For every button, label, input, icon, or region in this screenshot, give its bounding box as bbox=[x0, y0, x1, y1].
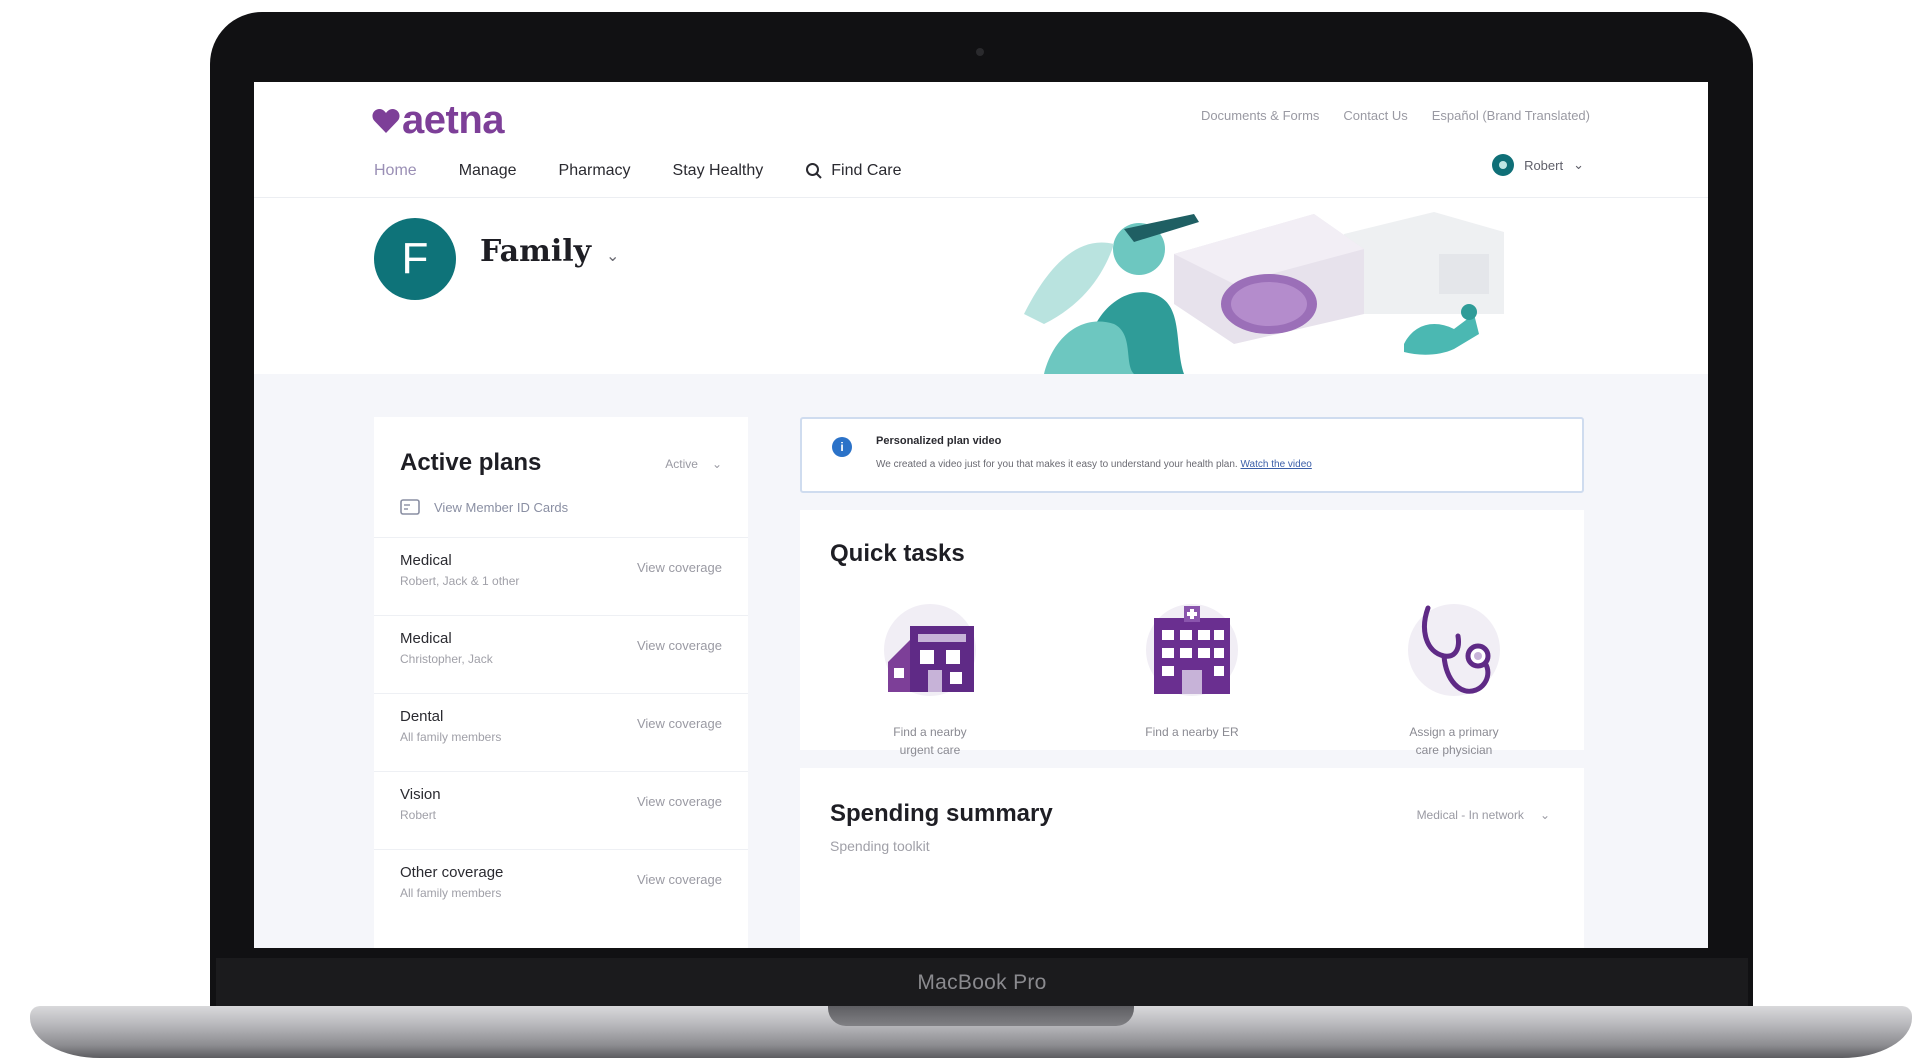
hospital-icon bbox=[1146, 604, 1238, 696]
task-label-line: Find a nearby bbox=[893, 725, 967, 739]
spending-filter-dropdown[interactable]: Medical - In network ⌄ bbox=[1417, 808, 1550, 822]
task-label: Assign a primary care physician bbox=[1354, 723, 1554, 759]
notice-text: We created a video just for you that mak… bbox=[876, 459, 1238, 470]
laptop-chin: MacBook Pro bbox=[216, 958, 1748, 1008]
laptop-notch bbox=[828, 1006, 1134, 1026]
plan-row-vision: Vision Robert View coverage bbox=[374, 771, 748, 849]
plan-members: All family members bbox=[400, 730, 502, 744]
plan-members: All family members bbox=[400, 886, 502, 900]
spending-filter-label: Medical - In network bbox=[1416, 808, 1524, 822]
plan-name: Other coverage bbox=[400, 864, 504, 881]
chevron-down-icon: ⌄ bbox=[1539, 808, 1550, 822]
plans-filter-dropdown[interactable]: Active ⌄ bbox=[665, 457, 722, 471]
view-coverage-link[interactable]: View coverage bbox=[637, 794, 722, 809]
plan-members: Robert bbox=[400, 808, 437, 822]
info-icon: i bbox=[832, 437, 852, 457]
urgent-care-icon bbox=[884, 604, 976, 696]
watch-video-link[interactable]: Watch the video bbox=[1240, 459, 1311, 470]
nav-find-care-label: Find Care bbox=[831, 162, 902, 179]
app-header: aetna Documents & Forms Contact Us Españ… bbox=[254, 82, 1708, 198]
documents-link[interactable]: Documents & Forms bbox=[1201, 108, 1319, 123]
plan-row-medical-2: Medical Christopher, Jack View coverage bbox=[374, 615, 748, 693]
quick-tasks-panel: Quick tasks Find a nearby urgent care Fi… bbox=[800, 510, 1584, 757]
id-cards-label: View Member ID Cards bbox=[434, 499, 569, 515]
hero-illustration bbox=[1024, 212, 1504, 374]
plan-row-medical-1: Medical Robert, Jack & 1 other View cove… bbox=[374, 537, 748, 615]
heart-icon bbox=[372, 108, 400, 133]
device-label: MacBook Pro bbox=[917, 971, 1047, 994]
spending-summary-title: Spending summary bbox=[830, 800, 1053, 827]
account-avatar bbox=[1492, 154, 1515, 176]
nav-find-care[interactable]: Find Care bbox=[805, 162, 902, 180]
task-urgent-care[interactable]: Find a nearby urgent care bbox=[830, 600, 1030, 759]
task-assign-pcp[interactable]: Assign a primary care physician bbox=[1354, 600, 1554, 759]
id-card-icon bbox=[400, 499, 420, 515]
member-name[interactable]: Family bbox=[480, 234, 591, 269]
plan-video-notice: i Personalized plan video We created a v… bbox=[800, 417, 1584, 493]
plan-row-dental: Dental All family members View coverage bbox=[374, 693, 748, 771]
active-plans-title: Active plans bbox=[400, 449, 542, 476]
language-link[interactable]: Español (Brand Translated) bbox=[1432, 108, 1590, 123]
task-nearby-er[interactable]: Find a nearby ER bbox=[1092, 600, 1292, 741]
plans-filter-label: Active bbox=[665, 457, 698, 471]
task-label-line: Find a nearby ER bbox=[1145, 725, 1239, 739]
screen: aetna Documents & Forms Contact Us Españ… bbox=[254, 82, 1708, 948]
task-label-line: Assign a primary bbox=[1409, 725, 1499, 739]
plan-row-other: Other coverage All family members View c… bbox=[374, 849, 748, 927]
notice-body: We created a video just for you that mak… bbox=[876, 459, 1312, 470]
main-nav: Home Manage Pharmacy Stay Healthy Find C… bbox=[374, 162, 902, 180]
nav-manage[interactable]: Manage bbox=[459, 162, 517, 180]
view-coverage-link[interactable]: View coverage bbox=[637, 716, 722, 731]
spending-toolkit-link[interactable]: Spending toolkit bbox=[830, 838, 930, 854]
search-icon bbox=[806, 163, 822, 179]
logo-text: aetna bbox=[402, 98, 505, 142]
plan-members: Christopher, Jack bbox=[400, 652, 493, 666]
member-avatar: F bbox=[374, 218, 456, 300]
aetna-logo[interactable]: aetna bbox=[372, 98, 505, 143]
task-label-line: care physician bbox=[1415, 743, 1493, 757]
stethoscope-icon bbox=[1408, 604, 1500, 696]
view-coverage-link[interactable]: View coverage bbox=[637, 872, 722, 887]
active-plans-panel: Active plans Active ⌄ View Member ID Car… bbox=[374, 417, 748, 948]
contact-link[interactable]: Contact Us bbox=[1343, 108, 1407, 123]
task-label: Find a nearby ER bbox=[1092, 723, 1292, 741]
plan-members: Robert, Jack & 1 other bbox=[400, 574, 520, 588]
nav-pharmacy[interactable]: Pharmacy bbox=[559, 162, 631, 180]
utility-links: Documents & Forms Contact Us Español (Br… bbox=[1201, 108, 1590, 123]
notice-title: Personalized plan video bbox=[876, 435, 1002, 447]
quick-tasks-title: Quick tasks bbox=[830, 540, 965, 567]
account-menu[interactable]: Robert ⌄ bbox=[1492, 154, 1584, 176]
plan-name: Vision bbox=[400, 786, 441, 803]
task-label-line: urgent care bbox=[899, 743, 961, 757]
plan-name: Dental bbox=[400, 708, 444, 725]
task-label: Find a nearby urgent care bbox=[830, 723, 1030, 759]
view-coverage-link[interactable]: View coverage bbox=[637, 560, 722, 575]
chevron-down-icon: ⌄ bbox=[1573, 157, 1584, 172]
plan-name: Medical bbox=[400, 552, 452, 569]
nav-stay-healthy[interactable]: Stay Healthy bbox=[673, 162, 764, 180]
account-name: Robert bbox=[1524, 157, 1564, 173]
chevron-down-icon: ⌄ bbox=[711, 457, 722, 471]
view-coverage-link[interactable]: View coverage bbox=[637, 638, 722, 653]
id-cards-link[interactable]: View Member ID Cards bbox=[400, 499, 568, 515]
chevron-down-icon[interactable]: ⌄ bbox=[606, 246, 619, 266]
nav-home[interactable]: Home bbox=[374, 162, 417, 180]
spending-summary-panel: Spending summary Spending toolkit Medica… bbox=[800, 768, 1584, 948]
camera bbox=[976, 48, 984, 56]
plan-name: Medical bbox=[400, 630, 452, 647]
